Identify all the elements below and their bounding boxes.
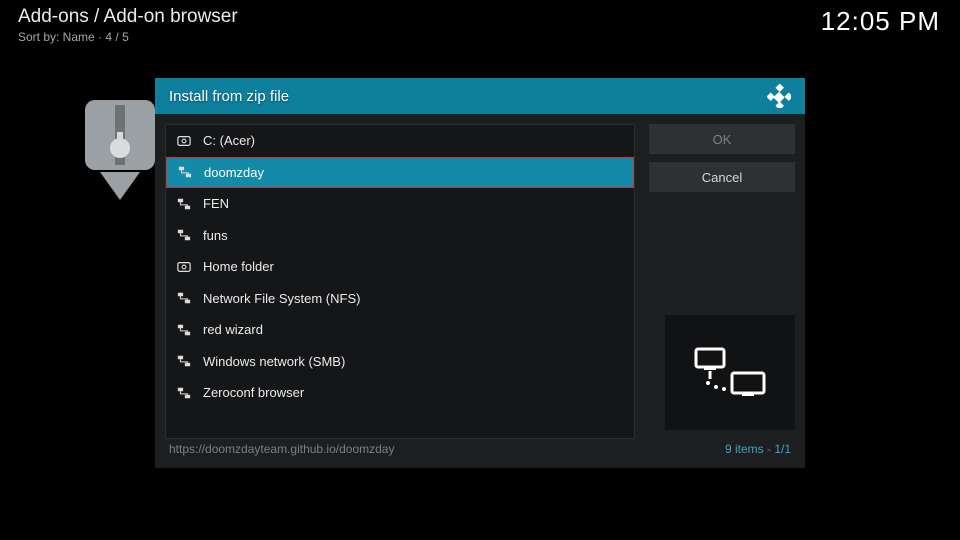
drive-icon <box>176 133 192 149</box>
network-icon <box>176 353 192 369</box>
clock: 12:05 PM <box>821 6 940 37</box>
cancel-button[interactable]: Cancel <box>649 162 795 192</box>
network-icon <box>176 385 192 401</box>
file-row[interactable]: FEN <box>166 188 634 220</box>
network-icon <box>176 227 192 243</box>
sort-line: Sort by: Name · 4 / 5 <box>18 30 942 44</box>
file-label: Windows network (SMB) <box>203 354 624 369</box>
preview-thumbnail <box>665 315 795 430</box>
file-row[interactable]: Network File System (NFS) <box>166 283 634 315</box>
file-row[interactable]: Zeroconf browser <box>166 377 634 409</box>
file-label: Zeroconf browser <box>203 385 624 400</box>
sort-label: Sort by: Name <box>18 30 95 44</box>
network-icon <box>176 290 192 306</box>
ok-button[interactable]: OK <box>649 124 795 154</box>
footer-count-page: 9 items - 1/1 <box>725 442 791 456</box>
dialog-header: Install from zip file <box>155 78 805 114</box>
sort-index: 4 / 5 <box>105 30 128 44</box>
file-row[interactable]: Windows network (SMB) <box>166 346 634 378</box>
breadcrumb-bar: Add-ons / Add-on browser Sort by: Name ·… <box>18 6 942 44</box>
file-label: red wizard <box>203 322 624 337</box>
file-label: Network File System (NFS) <box>203 291 624 306</box>
file-label: funs <box>203 228 624 243</box>
zip-install-icon <box>85 100 155 200</box>
file-row[interactable]: Home folder <box>166 251 634 283</box>
file-row[interactable]: red wizard <box>166 314 634 346</box>
file-label: Home folder <box>203 259 624 274</box>
network-icon <box>176 322 192 338</box>
file-row[interactable]: doomzday <box>166 157 634 189</box>
breadcrumb: Add-ons / Add-on browser <box>18 6 942 28</box>
file-label: FEN <box>203 196 624 211</box>
file-row[interactable]: funs <box>166 220 634 252</box>
network-icon <box>176 196 192 212</box>
file-row[interactable]: C: (Acer) <box>166 125 634 157</box>
file-label: C: (Acer) <box>203 133 624 148</box>
network-icon <box>177 164 193 180</box>
kodi-logo-icon <box>767 84 791 108</box>
footer-path: https://doomzdayteam.github.io/doomzday <box>169 442 394 456</box>
install-zip-dialog: Install from zip file C: (Acer) doomzday F… <box>155 78 805 468</box>
dialog-title: Install from zip file <box>169 88 289 105</box>
file-label: doomzday <box>204 165 623 180</box>
drive-icon <box>176 259 192 275</box>
file-list[interactable]: C: (Acer) doomzday FEN funs Home folder Netwo… <box>165 124 635 439</box>
